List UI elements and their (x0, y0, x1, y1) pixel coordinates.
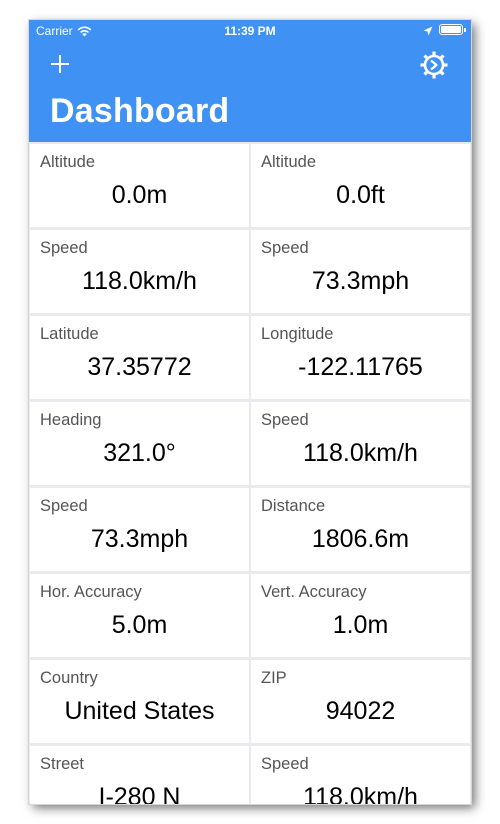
tile-label: Altitude (40, 153, 96, 171)
tile-label: Distance (261, 497, 326, 515)
tile-value: 118.0km/h (82, 267, 197, 295)
tile-speed-kmh-2[interactable]: Speed 118.0km/h (251, 402, 470, 485)
plus-icon (51, 55, 69, 73)
tile-vertical-accuracy[interactable]: Vert. Accuracy 1.0m (251, 574, 470, 657)
tile-value: 37.35772 (87, 353, 192, 381)
tile-country[interactable]: Country United States (30, 660, 249, 743)
tile-value: 321.0° (103, 439, 176, 467)
tile-horizontal-accuracy[interactable]: Hor. Accuracy 5.0m (30, 574, 249, 657)
tile-speed-mph-2[interactable]: Speed 73.3mph (30, 488, 249, 571)
tile-value: United States (64, 697, 215, 725)
tile-value: 73.3mph (311, 267, 410, 295)
status-time: 11:39 PM (224, 24, 276, 38)
navigation-header: Carrier 11:39 PM Dashboard (29, 20, 471, 142)
tile-longitude[interactable]: Longitude -122.11765 (251, 316, 470, 399)
tile-label: Speed (261, 239, 309, 257)
tile-speed-kmh[interactable]: Speed 118.0km/h (30, 230, 249, 313)
tile-label: Heading (40, 411, 102, 429)
tile-altitude-ft[interactable]: Altitude 0.0ft (251, 144, 470, 227)
status-indicators (423, 24, 466, 35)
tile-value: 1806.6m (311, 525, 410, 553)
tile-value: 94022 (325, 697, 396, 725)
tile-street[interactable]: Street I-280 N (30, 746, 249, 804)
tile-label: Vert. Accuracy (261, 583, 367, 601)
tile-label: Latitude (40, 325, 99, 343)
tile-value: 118.0km/h (303, 783, 418, 804)
tile-zip[interactable]: ZIP 94022 (251, 660, 470, 743)
tile-latitude[interactable]: Latitude 37.35772 (30, 316, 249, 399)
tile-label: Country (40, 669, 98, 687)
battery-icon (439, 24, 466, 35)
tile-value: 0.0m (111, 181, 168, 209)
tile-label: Altitude (261, 153, 317, 171)
settings-button[interactable] (418, 49, 450, 81)
tile-speed-kmh-3[interactable]: Speed 118.0km/h (251, 746, 470, 804)
tile-value: 73.3mph (90, 525, 189, 553)
page-title: Dashboard (50, 92, 230, 130)
tile-value: 0.0ft (336, 181, 385, 209)
tile-value: 1.0m (332, 611, 389, 639)
tile-heading[interactable]: Heading 321.0° (30, 402, 249, 485)
location-arrow-icon (423, 25, 433, 35)
tile-label: Speed (261, 755, 309, 773)
tile-label: ZIP (261, 669, 287, 687)
tile-label: Speed (40, 239, 88, 257)
tile-altitude-m[interactable]: Altitude 0.0m (30, 144, 249, 227)
gear-icon (420, 51, 448, 79)
tile-value: -122.11765 (298, 353, 423, 381)
tile-value: I-280 N (98, 783, 181, 804)
add-button[interactable] (46, 50, 74, 78)
tile-value: 5.0m (111, 611, 168, 639)
phone-screen: Carrier 11:39 PM Dashboard Altitude 0.0m… (29, 20, 471, 804)
tile-label: Longitude (261, 325, 334, 343)
tile-label: Hor. Accuracy (40, 583, 142, 601)
tile-speed-mph[interactable]: Speed 73.3mph (251, 230, 470, 313)
status-bar: Carrier 11:39 PM (29, 20, 471, 42)
tile-distance[interactable]: Distance 1806.6m (251, 488, 470, 571)
tile-value: 118.0km/h (303, 439, 418, 467)
dashboard-grid: Altitude 0.0m Altitude 0.0ft Speed 118.0… (29, 144, 471, 804)
tile-label: Speed (261, 411, 309, 429)
tile-label: Street (40, 755, 85, 773)
tile-label: Speed (40, 497, 88, 515)
